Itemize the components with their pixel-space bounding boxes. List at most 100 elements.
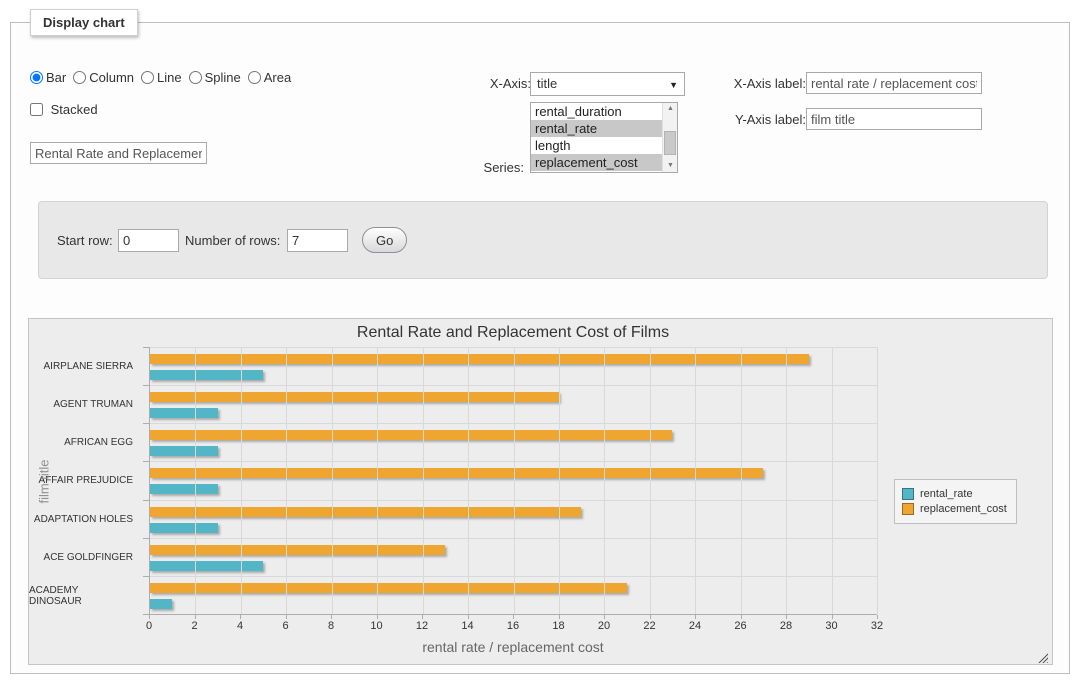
x-tick-mark [286, 615, 287, 619]
bar-replacement_cost[interactable] [150, 583, 627, 593]
legend-label: rental_rate [920, 488, 973, 500]
bar-rental_rate[interactable] [150, 446, 218, 456]
bar-replacement_cost[interactable] [150, 507, 581, 517]
x-tick-mark [604, 615, 605, 619]
y-axis-label-caption: Y-Axis label: [723, 112, 806, 127]
stacked-option[interactable]: Stacked [30, 102, 98, 117]
x-tick-label: 26 [734, 620, 746, 632]
gridline [695, 347, 696, 614]
chart-type-option-area[interactable]: Area [248, 70, 291, 85]
chart-type-label: Line [157, 70, 182, 85]
y-axis-label-input[interactable] [806, 108, 982, 130]
chart-type-label: Bar [46, 70, 66, 85]
panel-title: Display chart [30, 9, 138, 36]
bar-replacement_cost[interactable] [150, 545, 445, 555]
x-tick-label: 18 [552, 620, 564, 632]
display-chart-fieldset: Display chart Bar Column Line Spline Area St… [10, 9, 1070, 674]
x-tick-label: 12 [416, 620, 428, 632]
chart-type-radio-column[interactable] [73, 71, 86, 84]
series-listbox-label: Series: [459, 160, 524, 175]
chart-type-radio-line[interactable] [141, 71, 154, 84]
legend-label: replacement_cost [920, 503, 1007, 515]
start-row-label: Start row: [57, 233, 113, 248]
num-rows-input[interactable] [287, 229, 348, 252]
series-option-rental_rate[interactable]: rental_rate [531, 120, 662, 137]
gridline [650, 347, 651, 614]
bar-replacement_cost[interactable] [150, 468, 763, 478]
chart-legend: rental_rate replacement_cost [894, 479, 1017, 524]
scroll-down-icon[interactable]: ▼ [663, 160, 678, 172]
x-tick-label: 28 [780, 620, 792, 632]
chart-type-label: Area [264, 70, 291, 85]
series-option-rental_duration[interactable]: rental_duration [531, 103, 662, 120]
x-tick-label: 16 [507, 620, 519, 632]
x-tick-mark [240, 615, 241, 619]
series-option-replacement_cost[interactable]: replacement_cost [531, 154, 662, 171]
x-tick-mark [832, 615, 833, 619]
bar-rental_rate[interactable] [150, 523, 218, 533]
x-tick-label: 10 [370, 620, 382, 632]
x-tick-mark [468, 615, 469, 619]
gridline [832, 347, 833, 614]
bar-replacement_cost[interactable] [150, 392, 559, 402]
legend-swatch [902, 503, 914, 515]
gridline [514, 347, 515, 614]
bar-rental_rate[interactable] [150, 408, 218, 418]
x-axis-ticks: 02468101214161820222426283032 [149, 615, 877, 637]
bar-rental_rate[interactable] [150, 599, 172, 609]
go-button[interactable]: Go [362, 227, 407, 253]
bar-replacement_cost[interactable] [150, 430, 672, 440]
x-tick-mark [195, 615, 196, 619]
chart-type-radio-spline[interactable] [189, 71, 202, 84]
chart-panel: Rental Rate and Replacement Cost of Film… [28, 318, 1053, 665]
category-label: AIRPLANE SIERRA [29, 347, 142, 385]
chart-type-radio-area[interactable] [248, 71, 261, 84]
chart-title-input[interactable] [30, 142, 207, 164]
gridline [332, 347, 333, 614]
scrollbar-thumb[interactable] [664, 131, 676, 155]
x-axis-select[interactable]: title ▼ [530, 72, 685, 96]
x-axis-select-label: X-Axis: [461, 76, 531, 91]
gridline [741, 347, 742, 614]
plot-area [149, 347, 877, 615]
start-row-input[interactable] [118, 229, 179, 252]
category-label: ACADEMY DINOSAUR [29, 577, 142, 615]
x-tick-mark [422, 615, 423, 619]
bar-rental_rate[interactable] [150, 370, 263, 380]
stacked-checkbox[interactable] [30, 103, 43, 116]
gridline [195, 347, 196, 614]
x-tick-mark [695, 615, 696, 619]
bar-rental_rate[interactable] [150, 561, 263, 571]
series-option-length[interactable]: length [531, 137, 662, 154]
gridline [559, 347, 560, 614]
chart-type-option-bar[interactable]: Bar [30, 70, 66, 85]
x-tick-label: 2 [191, 620, 197, 632]
bar-replacement_cost[interactable] [150, 354, 809, 364]
series-listbox-options: rental_durationrental_ratelengthreplacem… [531, 103, 662, 172]
y-axis-title: film title [37, 437, 52, 527]
x-tick-label: 32 [871, 620, 883, 632]
bar-rental_rate[interactable] [150, 484, 218, 494]
chart-type-option-column[interactable]: Column [73, 70, 134, 85]
listbox-scrollbar[interactable]: ▲ ▼ [662, 103, 677, 172]
chevron-down-icon: ▼ [669, 74, 678, 96]
rows-panel: Start row: Number of rows: Go [38, 201, 1048, 279]
gridline [468, 347, 469, 614]
x-axis-label-input[interactable] [806, 72, 982, 94]
resize-handle-icon[interactable] [1036, 651, 1048, 663]
scroll-up-icon[interactable]: ▲ [663, 103, 678, 115]
x-tick-mark [331, 615, 332, 619]
x-tick-label: 20 [598, 620, 610, 632]
chart-type-option-spline[interactable]: Spline [189, 70, 241, 85]
x-axis-title: rental rate / replacement cost [149, 639, 877, 655]
chart-type-radio-bar[interactable] [30, 71, 43, 84]
series-listbox[interactable]: rental_durationrental_ratelengthreplacem… [530, 102, 678, 173]
gridline [877, 347, 878, 614]
x-tick-label: 8 [328, 620, 334, 632]
legend-item-rental_rate[interactable]: rental_rate [902, 488, 1007, 500]
legend-item-replacement_cost[interactable]: replacement_cost [902, 503, 1007, 515]
chart-type-option-line[interactable]: Line [141, 70, 182, 85]
chart-type-label: Spline [205, 70, 241, 85]
category-label: AGENT TRUMAN [29, 385, 142, 423]
x-tick-label: 0 [146, 620, 152, 632]
